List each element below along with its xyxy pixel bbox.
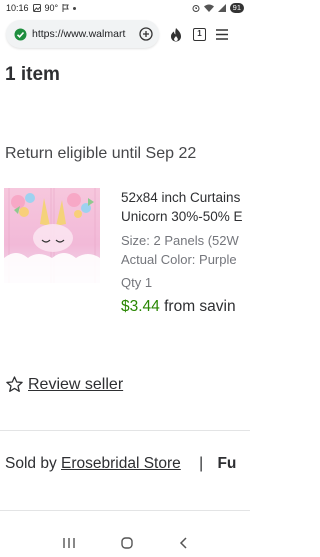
home-icon[interactable] [121,536,133,549]
wifi-icon [203,4,214,12]
product-price-suffix: from savin [164,298,236,315]
battery-indicator: 91 [229,3,244,13]
url-bar[interactable]: https://www.walmart [6,20,159,48]
signal-icon [217,4,226,12]
product-image[interactable] [4,188,100,283]
product-details: 52x84 inch Curtains Unicorn 30%-50% E Si… [121,188,261,316]
url-text[interactable]: https://www.walmart [32,28,134,40]
system-navigation-bar [0,528,250,557]
section-divider [0,510,250,511]
product-price-row: $3.44 from savin [121,298,261,316]
flame-icon[interactable] [169,27,183,42]
product-title-line-1[interactable]: 52x84 inch Curtains [121,188,261,207]
tab-switcher-button[interactable]: 1 [193,27,206,41]
section-divider [0,430,250,431]
alarm-icon [192,5,200,12]
fulfillment-label: Fu [217,455,237,472]
menu-icon[interactable] [216,28,228,40]
recent-apps-icon[interactable] [63,537,75,548]
sold-by-label: Sold by [5,455,57,472]
product-price: $3.44 [121,298,160,315]
status-bar: 10:16 90° 91 [0,0,250,16]
star-icon [6,376,23,392]
seller-separator: | [199,455,204,472]
flag-icon [62,4,69,12]
notification-dot [73,6,77,10]
seller-name-link[interactable]: Erosebridal Store [61,455,181,472]
add-to-home-icon[interactable] [139,27,153,41]
product-color: Actual Color: Purple [121,252,237,267]
image-notification-icon [32,4,41,12]
review-seller-row[interactable]: Review seller [5,375,123,394]
status-temp: 90° [44,3,59,13]
back-icon[interactable] [179,536,187,549]
sold-by-row: Sold by Erosebridal Store | Fu [5,455,236,473]
return-eligibility: Return eligible until Sep 22 [5,145,197,162]
review-seller-link[interactable]: Review seller [28,376,123,394]
product-size: Size: 2 Panels (52W [121,233,239,248]
cart-item-count: 1 item [5,64,60,85]
browser-toolbar: https://www.walmart 1 [0,16,250,52]
product-quantity: Qty 1 [121,275,153,290]
secure-check-icon[interactable] [14,28,27,41]
status-time: 10:16 [6,3,29,13]
product-title-line-2[interactable]: Unicorn 30%-50% E [121,207,261,226]
